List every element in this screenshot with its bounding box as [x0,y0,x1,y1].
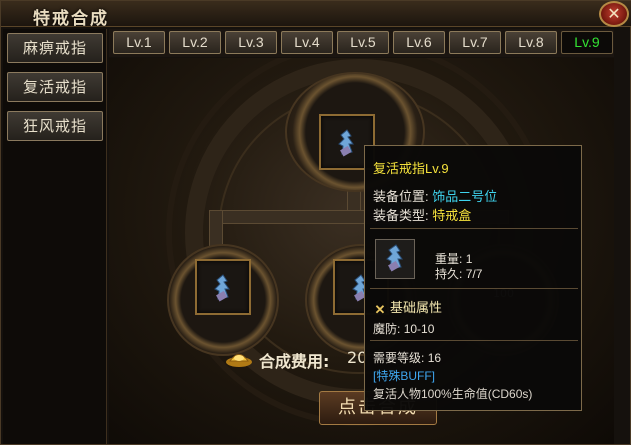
weight-label: 重量: [435,252,463,266]
tab-lv3[interactable]: Lv.3 [225,31,277,54]
weight-value: 1 [465,252,473,266]
level-requirement-row: 需要等级: 16 [373,349,441,366]
sidebar-item-gale-ring[interactable]: 狂风戒指 [7,111,103,141]
tab-lv2[interactable]: Lv.2 [169,31,221,54]
close-icon: ✕ [607,4,621,23]
title-bar: 特戒合成 [1,1,631,29]
level-tab-bar: Lv.1 Lv.2 Lv.3 Lv.4 Lv.5 Lv.6 Lv.7 Lv.8 … [109,29,614,57]
tooltip-title: 复活戒指Lv.9 [373,161,449,176]
material-slot-left[interactable] [195,259,251,315]
ring-icon [214,274,230,302]
special-buff-tag: [特殊BUFF] [373,369,435,383]
slot-value: 饰品二号位 [432,189,498,204]
type-key: 装备类型: [373,208,429,223]
tab-lv6[interactable]: Lv.6 [393,31,445,54]
window-title: 特戒合成 [33,9,109,29]
cost-label: 合成费用: [259,352,330,371]
base-attributes-heading: ✕ 基础属性 [373,297,442,317]
tooltip-item-icon [375,239,415,279]
tooltip-divider [370,288,578,289]
tab-lv5[interactable]: Lv.5 [337,31,389,54]
sidebar-item-label: 麻痹戒指 [22,39,87,57]
sidebar-item-paralysis-ring[interactable]: 麻痹戒指 [7,33,103,63]
tab-lv7[interactable]: Lv.7 [449,31,501,54]
level-req-value: 16 [427,351,442,365]
tooltip-divider [370,340,578,341]
sidebar-item-label: 狂风戒指 [22,117,87,135]
crossed-swords-icon: ✕ [374,302,386,317]
tooltip-type-row: 装备类型: 特戒盒 [373,205,471,224]
durability-row: 持久: 7/7 [435,265,482,282]
ring-type-sidebar: 麻痹戒指 复活戒指 狂风戒指 [3,29,107,444]
sidebar-item-revival-ring[interactable]: 复活戒指 [7,72,103,102]
tooltip-divider [370,228,578,229]
ring-icon [338,129,354,157]
buff-description: 复活人物100%生命值(CD60s) [373,387,533,401]
ring-icon [386,244,403,272]
item-tooltip: 复活戒指Lv.9 装备位置: 饰品二号位 装备类型: 特戒盒 重量: 1 持久:… [364,145,582,411]
tooltip-slot-row: 装备位置: 饰品二号位 [373,186,497,205]
section-title: 基础属性 [390,300,443,315]
sidebar-item-label: 复活戒指 [22,78,87,96]
close-button[interactable]: ✕ [599,1,629,27]
tab-lv4[interactable]: Lv.4 [281,31,333,54]
gold-ingot-icon [226,354,252,367]
defense-label: 魔防: [373,322,401,336]
tab-lv1[interactable]: Lv.1 [113,31,165,54]
defense-value: 10-10 [403,322,435,336]
ring-synthesis-window: 特戒合成 ✕ 麻痹戒指 复活戒指 狂风戒指 Lv.1 Lv.2 Lv.3 Lv.… [0,0,631,445]
tab-lv9[interactable]: Lv.9 [561,31,613,54]
magic-defense-row: 魔防: 10-10 [373,320,434,337]
type-value: 特戒盒 [432,208,472,223]
durability-label: 持久: [435,267,463,281]
durability-value: 7/7 [465,267,483,281]
tab-lv8[interactable]: Lv.8 [505,31,557,54]
level-req-label: 需要等级: [373,351,425,365]
slot-key: 装备位置: [373,189,429,204]
